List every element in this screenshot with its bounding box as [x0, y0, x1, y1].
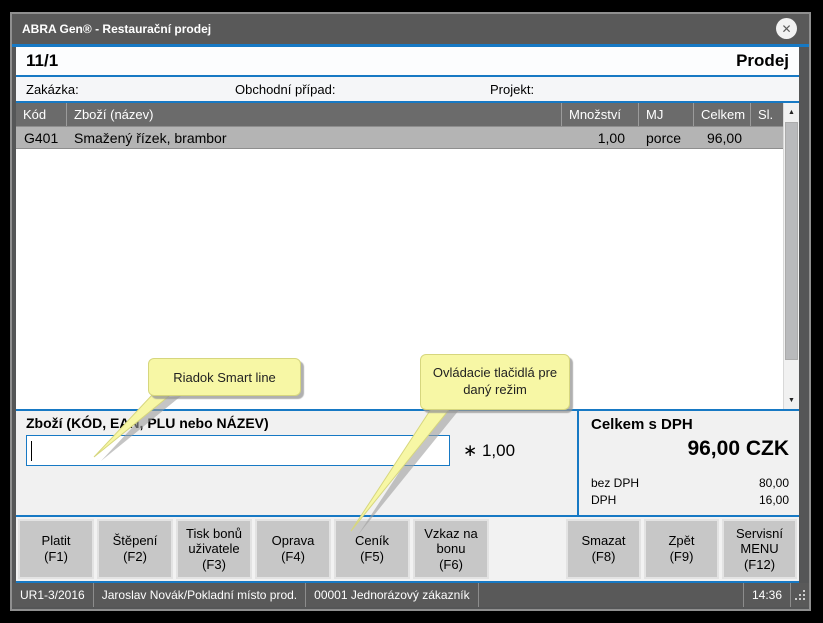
zakazka-label: Zakázka: [16, 82, 235, 97]
status-customer: 00001 Jednorázový zákazník [306, 583, 478, 607]
oprava-button[interactable]: Oprava(F4) [255, 519, 331, 579]
tisk-bonu-button[interactable]: Tisk bonů uživatele(F3) [176, 519, 252, 579]
platit-button[interactable]: Platit(F1) [18, 519, 94, 579]
resize-grip-icon[interactable] [791, 583, 809, 607]
mode-label: Prodej [736, 51, 789, 71]
scroll-down-icon[interactable]: ▼ [784, 392, 799, 408]
smartline-panel: Zboží (KÓD, EAN, PLU nebo NÁZEV) ∗ 1,00 … [16, 411, 799, 515]
scroll-up-icon[interactable]: ▲ [784, 104, 799, 120]
screen: ABRA Gen® - Restaurační prodej ✕ 11/1 Pr… [0, 0, 823, 623]
table-row[interactable]: G401 Smažený řízek, brambor 1,00 porce 9… [16, 126, 783, 149]
smartline-input-wrap [26, 435, 450, 466]
totals-panel: Celkem s DPH 96,00 CZK bez DPH 80,00 DPH… [577, 411, 799, 515]
col-kod: Kód [16, 103, 66, 126]
col-mnozstvi: Množství [561, 103, 638, 126]
col-sl: Sl. [750, 103, 783, 126]
cell-nazev: Smažený řízek, brambor [66, 130, 561, 146]
document-header: 11/1 Prodej [16, 47, 799, 75]
vertical-scrollbar[interactable]: ▲ ▼ [783, 103, 799, 409]
vat-label: DPH [591, 492, 616, 509]
smazat-button[interactable]: Smazat(F8) [566, 519, 641, 579]
window-title: ABRA Gen® - Restaurační prodej [22, 22, 211, 36]
cell-celkem: 96,00 [693, 130, 750, 146]
callout-smartline: Riadok Smart line [148, 358, 301, 396]
close-icon[interactable]: ✕ [776, 18, 797, 39]
without-vat-value: 80,00 [759, 475, 789, 492]
col-nazev: Zboží (název) [66, 103, 561, 126]
status-time: 14:36 [744, 583, 791, 607]
cenik-button[interactable]: Ceník(F5) [334, 519, 410, 579]
servisni-menu-button[interactable]: Servisní MENU(F12) [722, 519, 797, 579]
status-spacer [479, 583, 744, 607]
zpet-button[interactable]: Zpět(F9) [644, 519, 719, 579]
status-user: Jaroslav Novák/Pokladní místo prod. [94, 583, 306, 607]
cell-mj: porce [638, 130, 693, 146]
total-with-vat: 96,00 CZK [591, 437, 789, 461]
projekt-label: Projekt: [490, 82, 799, 97]
items-table: Kód Zboží (název) Množství MJ Celkem Sl.… [16, 103, 799, 409]
without-vat-label: bez DPH [591, 475, 639, 492]
main-content: 11/1 Prodej Zakázka: Obchodní případ: Pr… [16, 47, 799, 583]
cell-kod: G401 [16, 130, 66, 146]
pos-window: ABRA Gen® - Restaurační prodej ✕ 11/1 Pr… [10, 12, 811, 611]
callout-buttons: Ovládacie tlačidlá pre daný režim [420, 354, 570, 410]
text-cursor [31, 441, 32, 461]
scrollbar-thumb[interactable] [785, 122, 798, 360]
vat-value: 16,00 [759, 492, 789, 509]
col-mj: MJ [638, 103, 693, 126]
status-bar: UR1-3/2016 Jaroslav Novák/Pokladní místo… [12, 583, 809, 607]
totals-title: Celkem s DPH [591, 416, 789, 433]
smartline-input[interactable] [27, 436, 449, 465]
table-header: Kód Zboží (název) Množství MJ Celkem Sl. [16, 103, 783, 126]
status-register: UR1-3/2016 [12, 583, 94, 607]
obchodni-pripad-label: Obchodní případ: [235, 82, 490, 97]
document-number: 11/1 [26, 51, 58, 71]
title-bar[interactable]: ABRA Gen® - Restaurační prodej ✕ [12, 14, 809, 44]
order-fields-row: Zakázka: Obchodní případ: Projekt: [16, 77, 799, 101]
cell-mnozstvi: 1,00 [561, 130, 638, 146]
vzkaz-na-bonu-button[interactable]: Vzkaz na bonu(F6) [413, 519, 489, 579]
stepeni-button[interactable]: Štěpení(F2) [97, 519, 173, 579]
smartline-label: Zboží (KÓD, EAN, PLU nebo NÁZEV) [26, 415, 577, 431]
col-celkem: Celkem [693, 103, 750, 126]
function-buttons: Platit(F1) Štěpení(F2) Tisk bonů uživate… [16, 517, 799, 581]
quantity-multiplier: ∗ 1,00 [463, 441, 515, 461]
table-body: G401 Smažený řízek, brambor 1,00 porce 9… [16, 126, 783, 409]
